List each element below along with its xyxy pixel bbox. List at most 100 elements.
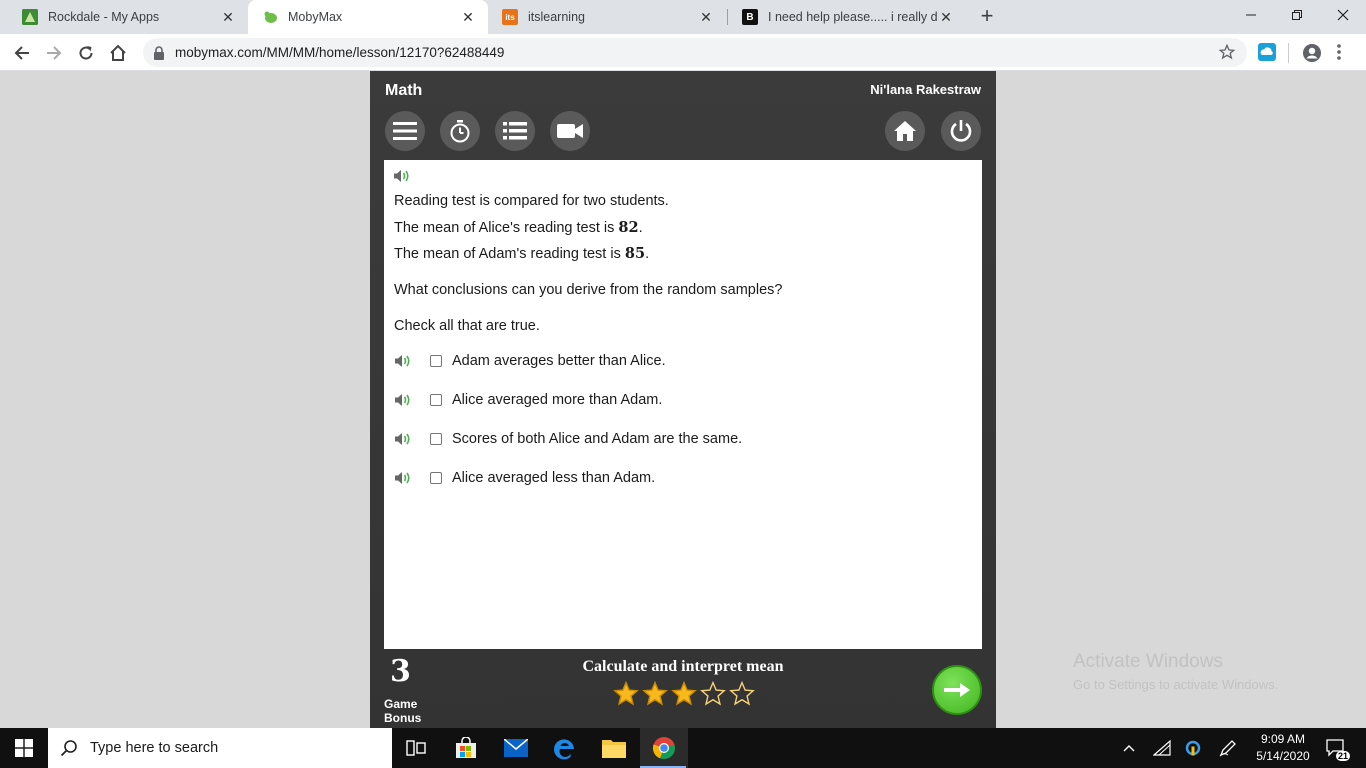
reload-icon[interactable]	[73, 40, 99, 66]
game-bonus-label: Game Bonus	[384, 697, 422, 725]
speaker-icon[interactable]	[394, 393, 412, 407]
address-bar[interactable]: mobymax.com/MM/MM/home/lesson/12170?6248…	[143, 38, 1247, 67]
video-icon	[557, 124, 583, 138]
close-tab-icon[interactable]: ✕	[220, 9, 236, 26]
answer-checkbox[interactable]	[430, 394, 442, 406]
lesson-list-button[interactable]	[495, 111, 535, 151]
mail-icon	[504, 739, 528, 757]
alice-mean-statement: The mean of Alice's reading test is 82.	[394, 219, 643, 236]
extension-icon[interactable]	[1258, 43, 1276, 61]
tab-rockdale[interactable]: Rockdale - My Apps ✕	[8, 0, 248, 34]
task-view-button[interactable]	[392, 728, 440, 768]
pen-workspace-button[interactable]	[1216, 728, 1240, 768]
clock-date: 5/14/2020	[1256, 749, 1310, 763]
search-icon	[60, 740, 77, 757]
adam-mean-statement: The mean of Adam's reading test is 85.	[394, 245, 650, 262]
video-button[interactable]	[550, 111, 590, 151]
answer-option[interactable]: Adam averages better than Alice.	[394, 353, 666, 369]
answer-option[interactable]: Scores of both Alice and Adam are the sa…	[394, 431, 742, 447]
activate-windows-subtitle: Go to Settings to activate Windows.	[1073, 677, 1279, 692]
arrow-right-icon	[944, 683, 970, 697]
close-tab-icon[interactable]: ✕	[938, 9, 954, 26]
speaker-icon[interactable]	[394, 432, 412, 446]
back-icon[interactable]	[9, 40, 35, 66]
answer-checkbox[interactable]	[430, 355, 442, 367]
star-filled-icon	[642, 681, 668, 706]
chrome-button[interactable]	[640, 728, 688, 768]
windows-logo-icon	[15, 739, 33, 757]
answer-label: Alice averaged more than Adam.	[452, 392, 663, 408]
question-panel: Reading test is compared for two student…	[384, 160, 982, 649]
menu-icon	[393, 122, 417, 140]
answer-option[interactable]: Alice averaged more than Adam.	[394, 392, 662, 408]
system-clock[interactable]: 9:09 AM 5/14/2020	[1248, 731, 1318, 765]
forward-icon[interactable]	[41, 40, 67, 66]
read-aloud-question-speaker-icon[interactable]	[393, 169, 411, 183]
tab-title: Rockdale - My Apps	[48, 10, 160, 24]
subject-title: Math	[385, 82, 423, 99]
alice-mean-value: 82	[618, 219, 639, 236]
star-empty-icon	[729, 681, 755, 706]
speaker-icon[interactable]	[394, 354, 412, 368]
close-tab-icon[interactable]: ✕	[460, 9, 476, 26]
restore-icon[interactable]	[1274, 0, 1320, 30]
task-view-icon	[406, 740, 426, 756]
chrome-icon	[652, 737, 675, 760]
start-button[interactable]	[0, 728, 48, 768]
app-tray-button[interactable]	[1182, 728, 1204, 768]
search-placeholder: Type here to search	[90, 740, 219, 756]
clock-time: 9:09 AM	[1260, 732, 1306, 746]
star-empty-icon	[700, 681, 726, 706]
home-page-icon[interactable]	[105, 40, 131, 66]
answer-label: Alice averaged less than Adam.	[452, 470, 656, 486]
toolbar-divider	[1288, 43, 1289, 63]
action-center-button[interactable]: 21	[1322, 728, 1352, 768]
kebab-menu-icon[interactable]	[1336, 43, 1342, 61]
file-explorer-button[interactable]	[590, 728, 638, 768]
taskbar: Type here to search 9:09 AM 5/14/2020 21	[0, 728, 1366, 768]
notification-count-badge: 21	[1335, 751, 1350, 761]
edge-icon	[554, 739, 574, 760]
mail-button[interactable]	[492, 728, 540, 768]
close-window-icon[interactable]	[1320, 0, 1366, 30]
star-rating	[613, 681, 755, 707]
browser-toolbar: mobymax.com/MM/MM/home/lesson/12170?6248…	[0, 34, 1366, 71]
edge-button[interactable]	[541, 728, 589, 768]
list-icon	[503, 122, 527, 140]
speaker-icon[interactable]	[394, 471, 412, 485]
store-button[interactable]	[442, 728, 490, 768]
tab-title: MobyMax	[288, 10, 343, 24]
tray-app-icon	[1185, 740, 1201, 756]
tab-title: I need help please..... i really do n	[768, 10, 938, 24]
activate-windows-title: Activate Windows	[1073, 651, 1223, 672]
url-text: mobymax.com/MM/MM/home/lesson/12170?6248…	[175, 45, 505, 60]
tab-mobymax[interactable]: MobyMax ✕	[248, 0, 488, 34]
network-button[interactable]	[1150, 728, 1174, 768]
answer-label: Adam averages better than Alice.	[452, 353, 666, 369]
close-tab-icon[interactable]: ✕	[698, 9, 714, 26]
answer-checkbox[interactable]	[430, 433, 442, 445]
mobymax-app: Math Ni'lana Rakestraw Reading test is c…	[370, 71, 996, 728]
lesson-title: Calculate and interpret mean	[582, 658, 784, 675]
answer-option[interactable]: Alice averaged less than Adam.	[394, 470, 655, 486]
tab-brainly[interactable]: B I need help please..... i really do n …	[728, 0, 966, 34]
next-button[interactable]	[932, 665, 982, 715]
menu-button[interactable]	[385, 111, 425, 151]
tab-strip: Rockdale - My Apps ✕ MobyMax ✕ its itsle…	[0, 0, 1366, 34]
power-icon	[950, 120, 972, 142]
home-button[interactable]	[885, 111, 925, 151]
new-tab-icon[interactable]: +	[976, 5, 998, 27]
page-background: Math Ni'lana Rakestraw Reading test is c…	[0, 71, 1366, 728]
itslearning-favicon-icon: its	[502, 9, 518, 25]
chevron-up-icon	[1123, 745, 1135, 752]
show-hidden-icons-button[interactable]	[1118, 728, 1140, 768]
lock-icon	[154, 45, 164, 60]
logout-button[interactable]	[941, 111, 981, 151]
profile-icon[interactable]	[1302, 43, 1322, 63]
tab-itslearning[interactable]: its itslearning ✕	[488, 0, 726, 34]
bookmark-star-icon[interactable]	[1219, 44, 1235, 60]
minimize-icon[interactable]	[1228, 0, 1274, 30]
timer-button[interactable]	[440, 111, 480, 151]
answer-checkbox[interactable]	[430, 472, 442, 484]
taskbar-search-box[interactable]: Type here to search	[48, 728, 392, 768]
